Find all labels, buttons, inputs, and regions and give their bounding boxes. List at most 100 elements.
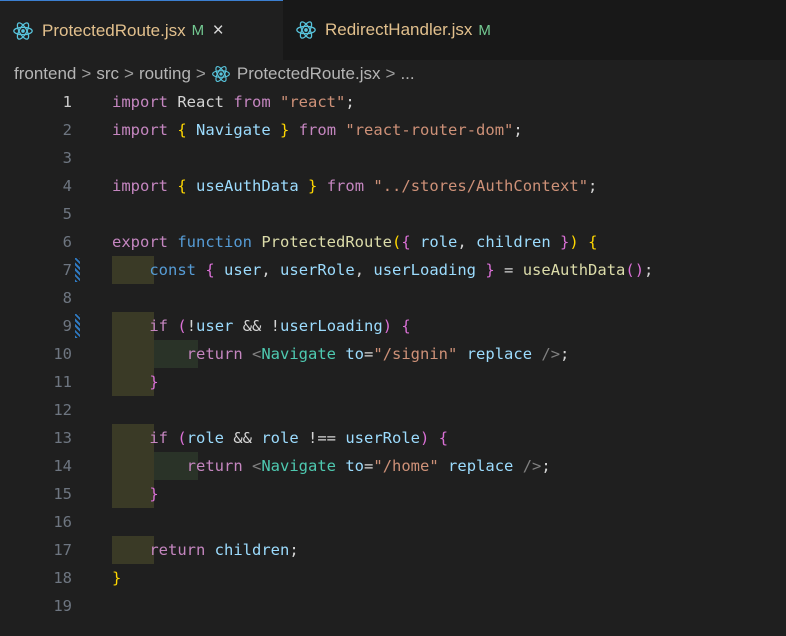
code-line[interactable]: 10 return <Navigate to="/signin" replace…	[0, 340, 786, 368]
code-line[interactable]: 7 const { user, userRole, userLoading } …	[0, 256, 786, 284]
code-line[interactable]: 11 }	[0, 368, 786, 396]
breadcrumb-separator: >	[195, 63, 206, 83]
code-line[interactable]: 2 import { Navigate } from "react-router-…	[0, 116, 786, 144]
code-text: }	[112, 368, 159, 396]
modified-badge: M	[191, 22, 205, 39]
react-icon	[296, 21, 316, 39]
tab-redirecthandler[interactable]: RedirectHandler.jsx M	[283, 0, 530, 60]
code-token: ;	[289, 541, 299, 559]
breadcrumb-item[interactable]: src	[96, 64, 119, 84]
code-token: userRole	[345, 429, 420, 447]
code-text: }	[112, 480, 158, 508]
breadcrumb-item[interactable]: ...	[400, 64, 414, 84]
code-token: from	[233, 93, 271, 111]
code-token: (	[177, 317, 187, 335]
code-token: to	[345, 345, 365, 363]
code-token: {	[177, 177, 187, 195]
line-number: 1	[62, 93, 72, 111]
code-token: "../stores/AuthContext"	[373, 177, 589, 195]
code-token: function	[177, 233, 252, 251]
tab-label: ProtectedRoute.jsx	[42, 20, 186, 40]
code-token: import	[112, 177, 168, 195]
line-number: 8	[62, 289, 72, 307]
react-icon	[13, 21, 33, 40]
line-number: 18	[53, 569, 72, 587]
code-token: />	[541, 345, 561, 363]
close-icon[interactable]: ×	[213, 21, 224, 40]
breadcrumb-item[interactable]: frontend	[14, 64, 76, 84]
code-line[interactable]: 14 return <Navigate to="/home" replace /…	[0, 452, 786, 480]
breadcrumb-separator: >	[81, 63, 92, 83]
code-token: (	[392, 233, 402, 251]
code-token: !	[186, 317, 197, 335]
code-text: if (role && role !== userRole) {	[112, 424, 448, 452]
code-token: from	[298, 121, 337, 139]
code-line[interactable]: 12	[0, 396, 786, 424]
tab-protectedroute[interactable]: ProtectedRoute.jsx M ×	[0, 0, 283, 60]
code-line[interactable]: 8	[0, 284, 786, 312]
code-line[interactable]: 18}	[0, 564, 786, 592]
code-editor[interactable]: 1 import React from "react"; 2 import { Nav…	[0, 88, 786, 636]
code-line[interactable]: 15 }	[0, 480, 786, 508]
code-line[interactable]: 6 export function ProtectedRoute({ role, …	[0, 228, 786, 256]
code-text: import { useAuthData } from "../stores/A…	[112, 172, 597, 200]
line-number: 7	[62, 261, 72, 279]
code-token: !==	[298, 429, 346, 447]
line-number: 4	[62, 177, 72, 195]
code-token: {	[177, 121, 187, 139]
code-text: return <Navigate to="/home" replace />;	[112, 452, 551, 480]
line-number: 3	[62, 149, 72, 167]
code-token: "react"	[280, 93, 346, 111]
line-number: 14	[53, 457, 72, 475]
code-token: replace	[448, 457, 514, 475]
code-line[interactable]: 16	[0, 508, 786, 536]
code-token: return	[186, 457, 243, 475]
code-token: }	[308, 177, 318, 195]
code-token: ;	[345, 93, 355, 111]
code-line[interactable]: 17 return children;	[0, 536, 786, 564]
code-token: }	[485, 261, 495, 279]
react-icon	[211, 65, 230, 82]
code-line[interactable]: 5	[0, 200, 786, 228]
code-line[interactable]: 19	[0, 592, 786, 620]
code-token: }	[149, 373, 159, 391]
code-token: "/signin"	[373, 345, 458, 363]
code-text: const { user, userRole, userLoading } = …	[112, 256, 653, 284]
code-token: ,	[261, 261, 281, 279]
line-number: 16	[53, 513, 72, 531]
code-line[interactable]: 4 import { useAuthData } from "../stores/…	[0, 172, 786, 200]
breadcrumb-separator: >	[385, 63, 396, 83]
code-line[interactable]: 13 if (role && role !== userRole) {	[0, 424, 786, 452]
git-change-marker[interactable]	[75, 258, 80, 282]
line-number: 12	[53, 401, 72, 419]
code-token: role	[186, 429, 225, 447]
breadcrumb-item[interactable]: routing	[139, 64, 191, 84]
code-token: =	[494, 261, 523, 279]
breadcrumb-item[interactable]: ProtectedRoute.jsx	[237, 64, 381, 84]
code-line[interactable]: 9 if (!user && !userLoading) {	[0, 312, 786, 340]
code-token: <	[252, 345, 262, 363]
code-line[interactable]: 1 import React from "react";	[0, 88, 786, 116]
code-token: Navigate	[261, 345, 336, 363]
git-change-marker[interactable]	[75, 314, 80, 338]
editor-window: ProtectedRoute.jsx M × RedirectHandler.j…	[0, 0, 786, 636]
code-token: &&	[224, 429, 262, 447]
code-line[interactable]: 3	[0, 144, 786, 172]
code-token: return	[186, 345, 243, 363]
